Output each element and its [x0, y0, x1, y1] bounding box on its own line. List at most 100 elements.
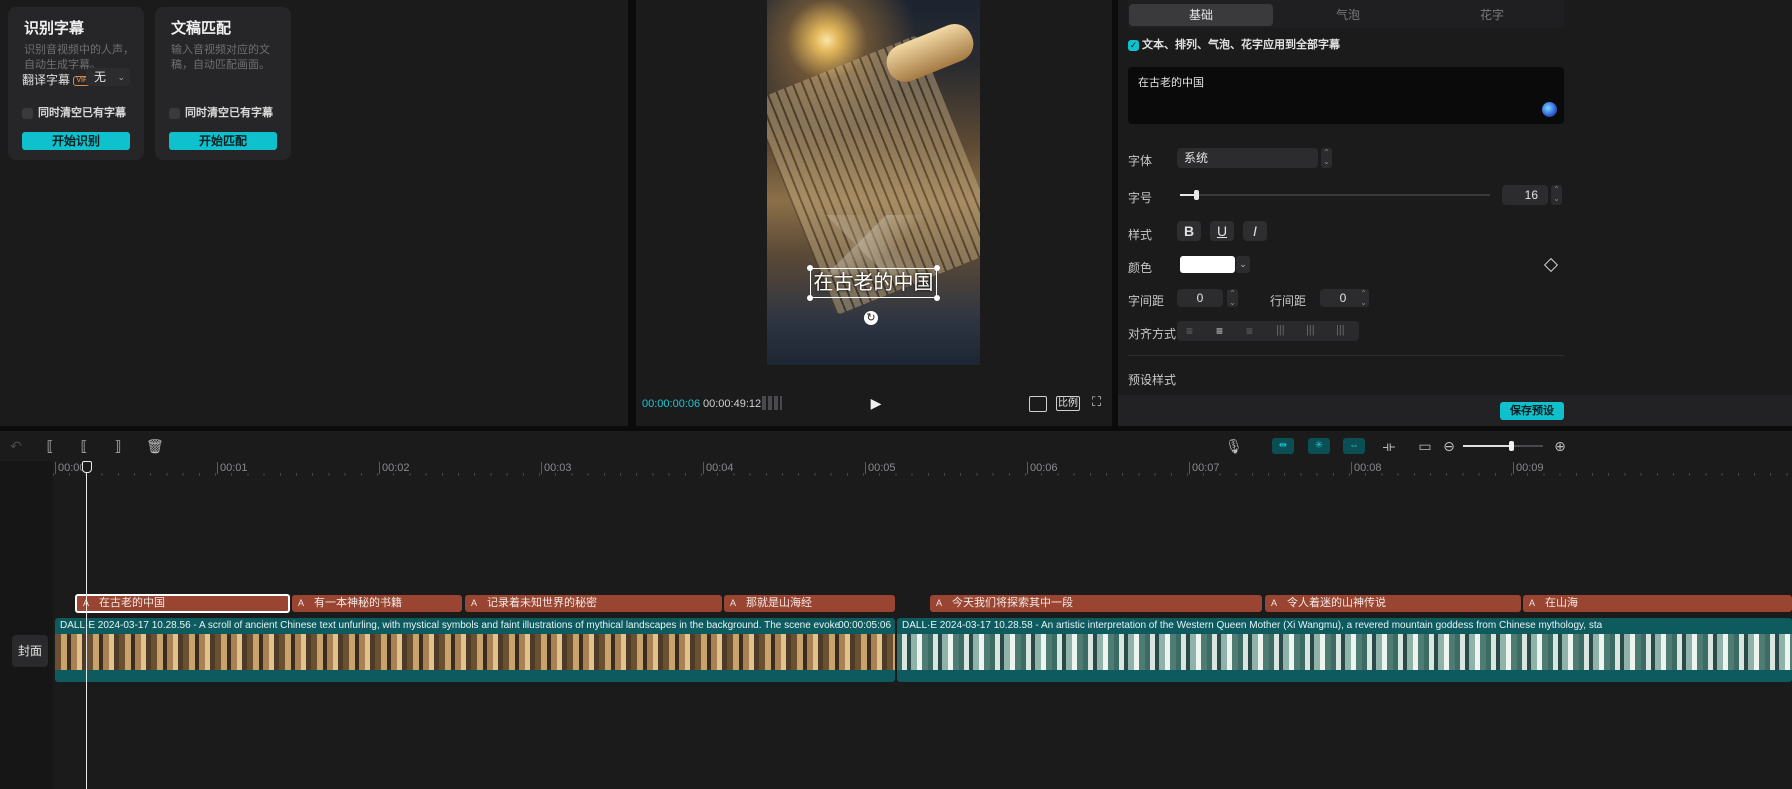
start-match-button[interactable]: 开始匹配	[169, 132, 277, 150]
ruler-label: 00:08	[1351, 462, 1382, 474]
text-clip[interactable]: A 有一本神秘的书籍	[292, 595, 462, 612]
zoom-slider[interactable]	[1463, 441, 1543, 451]
text-input-area[interactable]: 在古老的中国	[1128, 67, 1564, 124]
size-stepper[interactable]: ⌃ ⌄	[1551, 185, 1562, 205]
save-preset-button[interactable]: 保存预设	[1500, 402, 1564, 420]
fullscreen-icon[interactable]: ⛶	[1092, 395, 1106, 409]
apply-all-option[interactable]: ✓ 文本、排列、气泡、花字应用到全部字幕	[1128, 36, 1340, 52]
preview-axis-icon[interactable]: ⟛	[1380, 437, 1398, 455]
split-icon[interactable]: ⟦	[42, 437, 58, 455]
tab-basic[interactable]: 基础	[1129, 4, 1273, 26]
text-clip[interactable]: A 今天我们将探索其中一段	[930, 595, 1262, 612]
text-clip[interactable]: A 令人着迷的山神传说	[1265, 595, 1521, 612]
zoom-slider-fill	[1463, 445, 1511, 447]
video-clip-title: DALL·E 2024-03-17 10.28.56 - A scroll of…	[60, 620, 840, 631]
video-clip[interactable]: DALL·E 2024-03-17 10.28.58 - An artistic…	[897, 618, 1792, 682]
letter-spacing-label: 字间距	[1128, 294, 1165, 308]
rotate-icon[interactable]: ↻	[864, 311, 878, 325]
subtitle-panel: 识别字幕 识别音视频中的人声，自动生成字幕。 翻译字幕 VIP 无 ⌄ 同时清空…	[0, 0, 628, 426]
translate-label: 翻译字幕 VIP	[22, 71, 91, 88]
vertical-align-middle-icon[interactable]: |||	[1306, 324, 1315, 336]
text-clip[interactable]: A 记录着未知世界的秘密	[465, 595, 722, 612]
preset-style-label: 预设样式	[1128, 373, 1177, 387]
chevron-down-icon: ⌄	[117, 72, 125, 82]
text-clip[interactable]: A 那就是山海经	[724, 595, 895, 612]
ruler-label: 00:06	[1027, 462, 1058, 474]
size-slider[interactable]	[1180, 190, 1490, 200]
font-select[interactable]: 系统	[1177, 148, 1318, 168]
snap-icon[interactable]: ✳	[1308, 438, 1330, 454]
start-recognize-button[interactable]: 开始识别	[22, 132, 130, 150]
size-label: 字号	[1128, 191, 1153, 205]
text-clip[interactable]: A 在山海	[1523, 595, 1792, 612]
play-button[interactable]: ▶	[867, 394, 885, 412]
trim-left-icon[interactable]: ⟦	[76, 437, 92, 455]
italic-button[interactable]: I	[1243, 221, 1267, 241]
checkbox-checked[interactable]: ✓	[1128, 39, 1139, 51]
ruler-label: 00:04	[703, 462, 734, 474]
checkbox[interactable]	[22, 107, 33, 119]
screenshot-icon[interactable]	[1029, 396, 1047, 412]
align-right-icon[interactable]: ≡	[1246, 324, 1253, 338]
undo-icon[interactable]: ↶	[8, 437, 24, 455]
text-properties-panel: 基础 气泡 花字 ✓ 文本、排列、气泡、花字应用到全部字幕 在古老的中国 字体 系…	[1118, 0, 1792, 426]
underline-button[interactable]: U	[1210, 221, 1234, 241]
line-spacing-stepper[interactable]: ⌃ ⌄	[1358, 289, 1369, 307]
script-match-card: 文稿匹配 输入音视频对应的文稿，自动匹配画面。 同时清空已有字幕 开始匹配	[155, 7, 291, 160]
size-slider-thumb[interactable]	[1193, 190, 1199, 200]
ratio-button[interactable]: 比例	[1056, 396, 1080, 411]
microphone-icon[interactable]: 🎙	[1225, 437, 1243, 455]
align-button-group: ≡ ≡ ≡ ||| ||| |||	[1177, 321, 1359, 341]
vertical-align-bottom-icon[interactable]: |||	[1336, 324, 1345, 336]
text-clip-icon: A	[471, 598, 478, 608]
vertical-align-top-icon[interactable]: |||	[1276, 324, 1285, 336]
zoom-in-icon[interactable]: ⊕	[1552, 437, 1568, 455]
clear-existing-option[interactable]: 同时清空已有字幕	[169, 104, 273, 120]
align-center-icon[interactable]: ≡	[1216, 324, 1223, 338]
mountain-illustration	[797, 215, 957, 275]
align-label: 对齐方式	[1128, 327, 1177, 341]
text-clip-icon: A	[1271, 598, 1278, 608]
align-left-icon[interactable]: ≡	[1186, 324, 1193, 338]
keyframe-icon[interactable]	[1543, 257, 1559, 273]
ai-orb-icon[interactable]	[1542, 102, 1557, 117]
playhead-line[interactable]	[86, 470, 87, 789]
letter-spacing-input[interactable]: 0	[1177, 289, 1223, 307]
text-selection-box[interactable]: 在古老的中国	[807, 265, 940, 301]
subtitle-overlay-text: 在古老的中国	[813, 272, 934, 294]
tab-fancy-text[interactable]: 花字	[1420, 4, 1564, 26]
bold-button[interactable]: B	[1177, 221, 1201, 241]
checkbox[interactable]	[169, 107, 180, 119]
thumbnail-icon[interactable]: ▭	[1416, 437, 1434, 455]
letter-spacing-stepper[interactable]: ⌃ ⌄	[1227, 289, 1238, 307]
ruler-label: 00:03	[541, 462, 572, 474]
text-clip-selected[interactable]: A在古老的中国	[75, 594, 290, 613]
match-title: 文稿匹配	[171, 20, 232, 37]
timecode-grid-icon[interactable]	[762, 396, 782, 410]
tab-bubble[interactable]: 气泡	[1276, 4, 1420, 26]
font-stepper[interactable]: ⌃ ⌄	[1321, 148, 1332, 168]
main-track-link-icon[interactable]: ⇔	[1343, 438, 1365, 454]
video-clip-thumbnails	[55, 634, 895, 670]
trim-right-icon[interactable]: ⟧	[110, 437, 126, 455]
preview-canvas[interactable]: 在古老的中国 ↻	[767, 0, 980, 365]
text-clip-icon: A	[83, 596, 96, 611]
translate-select[interactable]: 无 ⌄	[86, 68, 130, 86]
cover-button[interactable]: 封面	[12, 635, 48, 667]
current-time: 00:00:00:06	[642, 398, 701, 410]
delete-icon[interactable]: 🗑	[146, 437, 164, 455]
video-clip-thumbnails	[897, 634, 1792, 670]
size-input[interactable]: 16	[1502, 185, 1548, 205]
playhead-handle[interactable]	[82, 461, 92, 473]
text-clip-icon: A	[936, 598, 943, 608]
clear-existing-option[interactable]: 同时清空已有字幕	[22, 104, 126, 120]
chevron-down-icon[interactable]: ⌄	[1236, 256, 1250, 273]
video-clip[interactable]: DALL·E 2024-03-17 10.28.56 - A scroll of…	[55, 618, 895, 682]
zoom-out-icon[interactable]: ⊖	[1441, 437, 1457, 455]
color-swatch[interactable]	[1180, 256, 1235, 273]
recognize-title: 识别字幕	[24, 20, 85, 37]
style-label: 样式	[1128, 228, 1153, 242]
zoom-slider-thumb[interactable]	[1509, 441, 1514, 451]
color-label: 颜色	[1128, 261, 1153, 275]
link-track-icon[interactable]: ⇹	[1272, 438, 1294, 454]
